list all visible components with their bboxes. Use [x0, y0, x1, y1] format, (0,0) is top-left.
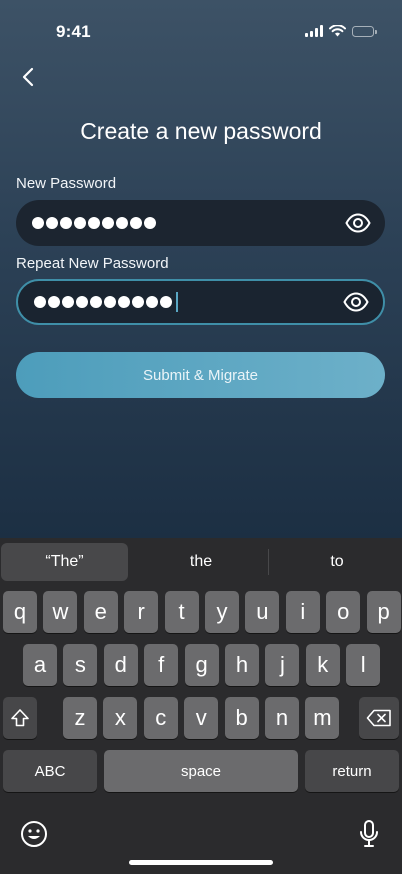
password-dot: [104, 296, 116, 308]
password-dot: [88, 217, 100, 229]
key-f[interactable]: f: [144, 644, 179, 686]
suggestion-bar: “The” the to: [0, 538, 402, 584]
key-g[interactable]: g: [184, 644, 219, 686]
suggestion-divider: [268, 549, 269, 575]
key-y[interactable]: y: [205, 591, 239, 633]
key-q[interactable]: q: [3, 591, 37, 633]
new-password-label: New Password: [16, 175, 117, 192]
suggestion-item[interactable]: the: [136, 543, 266, 581]
cellular-signal-icon: [305, 25, 323, 37]
key-n[interactable]: n: [265, 697, 299, 739]
suggestion-item[interactable]: to: [272, 543, 402, 581]
home-indicator: [129, 860, 273, 865]
return-key[interactable]: return: [305, 750, 399, 792]
password-dot: [46, 217, 58, 229]
password-dot: [144, 217, 156, 229]
password-dot: [34, 296, 46, 308]
repeat-password-field[interactable]: [16, 279, 385, 325]
back-button[interactable]: [14, 62, 42, 92]
key-h[interactable]: h: [225, 644, 259, 686]
password-dot: [132, 296, 144, 308]
password-dot: [118, 296, 130, 308]
password-dot: [76, 296, 88, 308]
submit-migrate-button[interactable]: Submit & Migrate: [16, 352, 385, 398]
key-a[interactable]: a: [23, 644, 57, 686]
emoji-button[interactable]: [18, 818, 50, 850]
delete-key[interactable]: [359, 697, 399, 739]
key-r[interactable]: r: [124, 591, 159, 633]
key-k[interactable]: k: [305, 644, 340, 686]
key-d[interactable]: d: [103, 644, 138, 686]
key-c[interactable]: c: [143, 697, 178, 739]
key-m[interactable]: m: [305, 697, 340, 739]
emoji-icon: [21, 821, 47, 847]
microphone-icon: [360, 820, 378, 847]
password-dot: [62, 296, 74, 308]
keyboard: “The” the to qwertyuiop asdfghjkl zxcvbn…: [0, 538, 402, 874]
key-u[interactable]: u: [245, 591, 280, 633]
suggestion-item[interactable]: “The”: [1, 543, 128, 581]
key-s[interactable]: s: [63, 644, 98, 686]
abc-key[interactable]: ABC: [3, 750, 97, 792]
password-dot: [116, 217, 128, 229]
key-i[interactable]: i: [285, 591, 320, 633]
wifi-icon: [329, 25, 346, 37]
key-e[interactable]: e: [83, 591, 118, 633]
eye-icon[interactable]: [345, 213, 371, 233]
status-time: 9:41: [56, 22, 91, 41]
password-dot: [32, 217, 44, 229]
dictation-button[interactable]: [353, 818, 385, 850]
password-dot: [74, 217, 86, 229]
key-v[interactable]: v: [184, 697, 219, 739]
key-x[interactable]: x: [103, 697, 138, 739]
backspace-icon: [366, 709, 391, 727]
password-dot: [102, 217, 114, 229]
key-z[interactable]: z: [63, 697, 97, 739]
text-cursor: [176, 292, 178, 312]
battery-icon: [352, 25, 377, 37]
password-screen: 9:41 Create a new password New Password …: [0, 0, 402, 538]
new-password-field[interactable]: [16, 200, 385, 246]
password-dot: [48, 296, 60, 308]
status-icons: [305, 25, 377, 37]
chevron-left-icon: [22, 67, 34, 87]
shift-key[interactable]: [3, 697, 37, 739]
password-dot: [130, 217, 142, 229]
password-dot: [160, 296, 172, 308]
key-j[interactable]: j: [265, 644, 300, 686]
space-key[interactable]: space: [104, 750, 298, 792]
repeat-password-label: Repeat New Password: [16, 255, 169, 272]
password-dot: [90, 296, 102, 308]
password-mask: [34, 296, 172, 308]
password-dot: [60, 217, 72, 229]
password-mask: [32, 217, 156, 229]
key-p[interactable]: p: [366, 591, 401, 633]
password-dot: [146, 296, 158, 308]
key-t[interactable]: t: [164, 591, 199, 633]
page-title: Create a new password: [80, 118, 322, 144]
key-b[interactable]: b: [224, 697, 259, 739]
key-o[interactable]: o: [326, 591, 361, 633]
shift-icon: [11, 709, 29, 727]
eye-icon[interactable]: [343, 292, 369, 312]
key-l[interactable]: l: [346, 644, 381, 686]
key-w[interactable]: w: [43, 591, 78, 633]
